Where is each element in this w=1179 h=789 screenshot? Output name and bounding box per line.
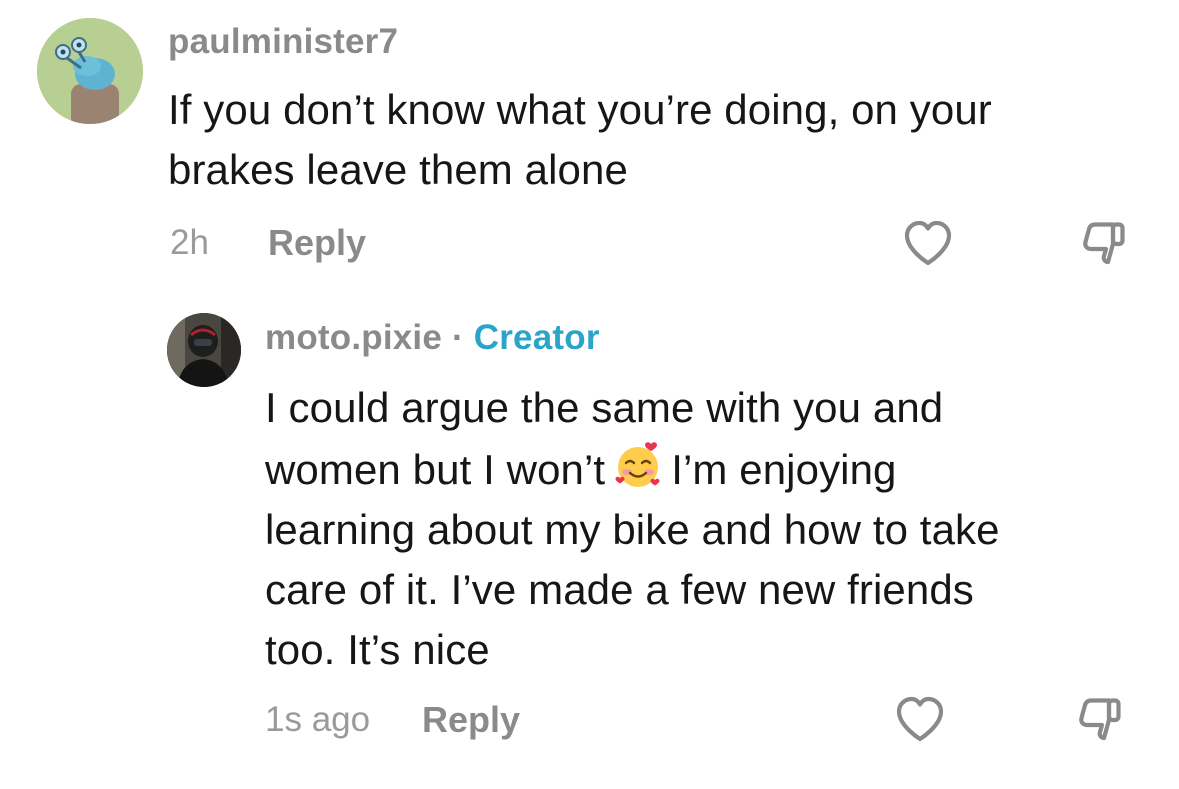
user-avatar-illustration: [37, 18, 143, 124]
comment-text: I could argue the same with you and wome…: [265, 378, 1145, 680]
comment-text-segment: women but I won’t: [265, 446, 606, 493]
comment-text-line: If you don’t know what you’re doing, on …: [168, 86, 992, 133]
comment-username[interactable]: paulminister7: [168, 22, 398, 62]
reply-button[interactable]: Reply: [268, 222, 366, 264]
comment-timestamp: 1s ago: [265, 700, 371, 739]
comment-username[interactable]: moto.pixie: [265, 318, 442, 357]
heart-outline-icon[interactable]: [902, 218, 954, 270]
separator-dot: ·: [451, 318, 464, 357]
user-avatar-photo: [167, 313, 241, 387]
heart-outline-icon[interactable]: [894, 694, 946, 746]
comment-text-line: too. It’s nice: [265, 626, 490, 673]
thumbs-down-icon[interactable]: [1078, 218, 1130, 270]
reply-button[interactable]: Reply: [422, 699, 520, 741]
comments-thread: paulminister7 If you don’t know what you…: [0, 0, 1179, 789]
comment-text: If you don’t know what you’re doing, on …: [168, 80, 1148, 200]
smiling-face-with-hearts-icon: [611, 438, 665, 492]
avatar[interactable]: [37, 18, 143, 124]
comment-timestamp: 2h: [170, 223, 209, 262]
comment-text-line: care of it. I’ve made a few new friends: [265, 566, 974, 613]
avatar[interactable]: [167, 313, 241, 387]
comment-username-row: moto.pixie · Creator: [265, 318, 600, 358]
comment-text-line: brakes leave them alone: [168, 146, 628, 193]
thumbs-down-icon[interactable]: [1074, 694, 1126, 746]
comment-text-line: I could argue the same with you and: [265, 384, 944, 431]
creator-badge: Creator: [473, 318, 600, 357]
comment-text-segment: I’m enjoying: [671, 446, 897, 493]
comment-text-line: learning about my bike and how to take: [265, 506, 1000, 553]
comment-text-line: women but I won’t I’m enjoying: [265, 438, 1145, 500]
